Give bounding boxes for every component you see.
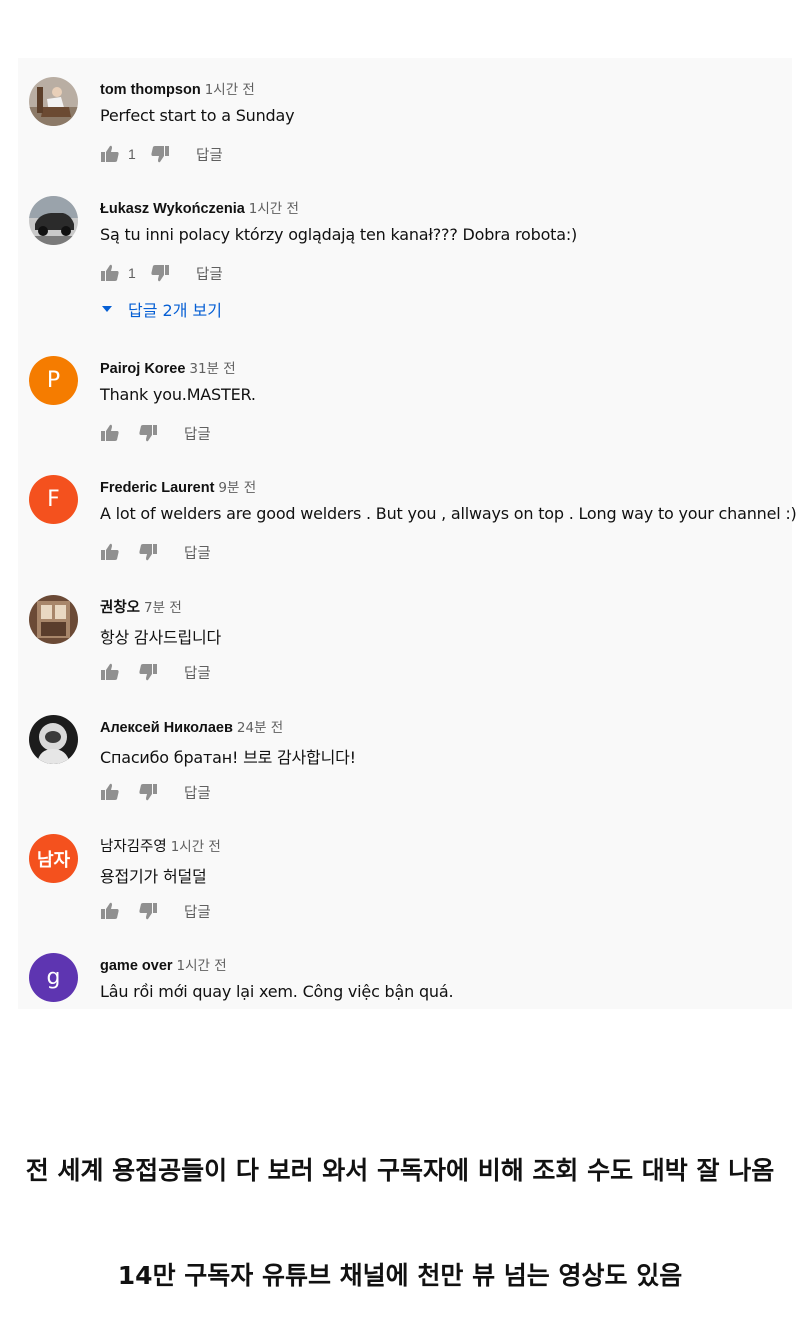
reply-button[interactable]: 답글 <box>196 144 223 165</box>
thumbs-up-icon[interactable] <box>100 144 120 164</box>
comment-actions: 답글 <box>100 780 211 804</box>
view-replies-label: 답글 2개 보기 <box>128 301 222 320</box>
comment-actions: 답글 <box>100 660 211 684</box>
comment-text: 용접기가 허덜덜 <box>100 867 207 886</box>
reply-button[interactable]: 답글 <box>196 263 223 284</box>
comment-time[interactable]: 1시간 전 <box>177 958 227 974</box>
thumbs-up-icon[interactable] <box>100 542 120 562</box>
comment-time[interactable]: 1시간 전 <box>205 82 255 98</box>
avatar[interactable]: 남자 <box>29 834 78 883</box>
avatar[interactable]: P <box>29 356 78 405</box>
comment-text: Perfect start to a Sunday <box>100 106 295 125</box>
comment-author[interactable]: Frederic Laurent <box>100 480 214 496</box>
comment-item: Łukasz Wykończenia 1시간 전 Są tu inni polac… <box>18 177 792 337</box>
caret-down-icon <box>102 306 112 312</box>
astronaut-photo-icon <box>29 715 78 764</box>
like-count: 1 <box>128 265 136 281</box>
comment-text: Thank you.MASTER. <box>100 385 256 404</box>
thumbs-up-icon[interactable] <box>100 901 120 921</box>
reply-button[interactable]: 답글 <box>184 542 211 563</box>
thumbs-up-icon[interactable] <box>100 263 120 283</box>
comment-author[interactable]: 남자김주영 <box>100 839 167 855</box>
comment-text: 항상 감사드립니다 <box>100 628 222 647</box>
thumbs-down-icon[interactable] <box>138 901 158 921</box>
comment-actions: 답글 <box>100 421 211 445</box>
thumbs-up-icon[interactable] <box>100 423 120 443</box>
car-photo-icon <box>29 196 78 245</box>
comment-time[interactable]: 9분 전 <box>218 480 256 496</box>
caption-text: 14만 구독자 유튜브 채널에 천만 뷰 넘는 영상도 있음 <box>117 1261 683 1290</box>
reply-button[interactable]: 답글 <box>184 423 211 444</box>
avatar[interactable]: F <box>29 475 78 524</box>
person-rocking-chair-photo-icon <box>29 77 78 126</box>
comment-author[interactable]: tom thompson <box>100 82 201 98</box>
avatar[interactable] <box>29 77 78 126</box>
comment-author[interactable]: Pairoj Koree <box>100 361 185 377</box>
thumbs-up-icon[interactable] <box>100 782 120 802</box>
avatar[interactable] <box>29 595 78 644</box>
comment-actions: 답글 <box>100 540 211 564</box>
avatar-letter: g <box>46 965 61 990</box>
comment-item: Алексей Николаев 24분 전 Спасибо братан! 브로… <box>18 696 792 806</box>
room-photo-icon <box>29 595 78 644</box>
comment-text: Są tu inni polacy którzy oglądają ten ka… <box>100 225 578 244</box>
like-count: 1 <box>128 146 136 162</box>
comment-time[interactable]: 7분 전 <box>144 600 182 616</box>
comment-author[interactable]: Łukasz Wykończenia <box>100 201 245 217</box>
comment-item: 권창오 7분 전 항상 감사드립니다 답글 <box>18 576 792 686</box>
comment-item: P Pairoj Koree 31분 전 Thank you.MASTER. 답글 <box>18 337 792 447</box>
thumbs-down-icon[interactable] <box>138 423 158 443</box>
caption-text: 전 세계 용접공들이 다 보러 와서 구독자에 비해 조회 수도 대박 잘 나옴 <box>25 1156 775 1185</box>
thumbs-down-icon[interactable] <box>138 542 158 562</box>
comment-author[interactable]: Алексей Николаев <box>100 720 233 736</box>
comment-item: F Frederic Laurent 9분 전 A lot of welders … <box>18 456 797 566</box>
thumbs-down-icon[interactable] <box>150 263 170 283</box>
comment-time[interactable]: 1시간 전 <box>249 201 299 217</box>
thumbs-down-icon[interactable] <box>138 782 158 802</box>
comment-time[interactable]: 24분 전 <box>237 720 283 736</box>
comment-text: Lâu rồi mới quay lại xem. Công việc bận … <box>100 982 454 1001</box>
comments-panel: tom thompson 1시간 전 Perfect start to a Sun… <box>18 58 797 1009</box>
avatar[interactable] <box>29 196 78 245</box>
thumbs-down-icon[interactable] <box>150 144 170 164</box>
comment-actions: 1 답글 <box>100 142 223 166</box>
comment-item: 남자 남자김주영 1시간 전 용접기가 허덜덜 답글 <box>18 815 792 925</box>
reply-button[interactable]: 답글 <box>184 662 211 683</box>
avatar-letter: 남자 <box>36 849 71 871</box>
comment-text: A lot of welders are good welders . But … <box>100 504 797 523</box>
comment-time[interactable]: 1시간 전 <box>171 839 221 855</box>
reply-button[interactable]: 답글 <box>184 782 211 803</box>
avatar[interactable]: g <box>29 953 78 1002</box>
comment-text: Спасибо братан! 브로 감사합니다! <box>100 748 356 767</box>
thumbs-up-icon[interactable] <box>100 662 120 682</box>
thumbs-down-icon[interactable] <box>138 662 158 682</box>
comment-actions: 1 답글 <box>100 261 223 285</box>
avatar[interactable] <box>29 715 78 764</box>
avatar-letter: F <box>47 487 60 512</box>
comment-actions: 답글 <box>100 899 211 923</box>
comment-author[interactable]: 권창오 <box>100 600 140 616</box>
comment-item: tom thompson 1시간 전 Perfect start to a Sun… <box>18 58 792 168</box>
avatar-letter: P <box>46 368 61 393</box>
comment-author[interactable]: game over <box>100 958 173 974</box>
reply-button[interactable]: 답글 <box>184 901 211 922</box>
view-replies-button[interactable]: 답글 2개 보기 <box>100 297 222 321</box>
comment-item: g game over 1시간 전 Lâu rồi mới quay lại xe… <box>18 934 792 1009</box>
comment-time[interactable]: 31분 전 <box>189 361 235 377</box>
